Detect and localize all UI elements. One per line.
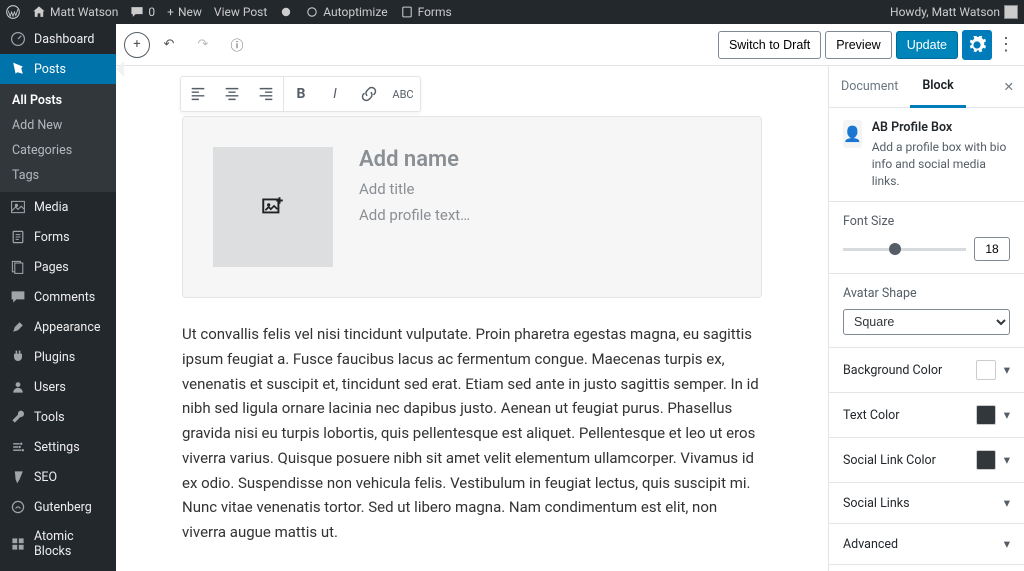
sidebar-item-settings[interactable]: Settings	[0, 432, 116, 462]
plus-icon: +	[167, 5, 174, 19]
tab-document[interactable]: Document	[829, 67, 910, 106]
bg-color-swatch	[976, 360, 996, 380]
avatar-icon	[1004, 5, 1018, 19]
avatar-shape-control: Avatar Shape Square	[829, 274, 1024, 348]
content-info-button[interactable]: ⓘ	[222, 30, 252, 60]
sidebar-item-users[interactable]: Users	[0, 372, 116, 402]
block-description: 👤 AB Profile Box Add a profile box with …	[829, 108, 1024, 202]
wp-logo[interactable]	[6, 5, 20, 19]
profile-name-input[interactable]: Add name	[359, 147, 731, 172]
update-button[interactable]: Update	[896, 31, 958, 59]
font-size-input[interactable]	[974, 237, 1010, 261]
sidebar-item-posts[interactable]: Posts	[0, 54, 116, 84]
background-color-panel[interactable]: Background Color ▾	[829, 348, 1024, 393]
site-home-link[interactable]: Matt Watson	[32, 5, 118, 19]
sidebar-item-dashboard[interactable]: Dashboard	[0, 24, 116, 54]
admin-sidebar: Dashboard Posts All Posts Add New Catego…	[0, 24, 116, 571]
posts-submenu: All Posts Add New Categories Tags	[0, 84, 116, 192]
sidebar-item-forms[interactable]: Forms	[0, 222, 116, 252]
link-button[interactable]	[352, 77, 386, 111]
avatar-shape-select[interactable]: Square	[843, 309, 1010, 335]
redo-button[interactable]: ↷	[188, 30, 218, 60]
switch-to-draft-button[interactable]: Switch to Draft	[718, 31, 821, 59]
my-account[interactable]: Howdy, Matt Watson	[890, 5, 1018, 19]
align-right-button[interactable]	[249, 77, 283, 111]
chevron-down-icon: ▾	[1004, 452, 1010, 468]
align-left-button[interactable]	[181, 77, 215, 111]
chevron-down-icon: ▾	[1004, 536, 1010, 552]
autoptimize-link[interactable]: Autoptimize	[305, 5, 387, 19]
block-toolbar: B I ABC	[180, 76, 421, 112]
profile-text-input[interactable]: Add profile text…	[359, 206, 731, 224]
sidebar-item-media[interactable]: Media	[0, 192, 116, 222]
profile-block-icon: 👤	[843, 120, 862, 148]
settings-panel: Document Block ✕ 👤 AB Profile Box Add a …	[828, 66, 1024, 571]
social-link-color-panel[interactable]: Social Link Color ▾	[829, 438, 1024, 483]
chevron-down-icon: ▾	[1004, 495, 1010, 511]
profile-title-input[interactable]: Add title	[359, 180, 731, 198]
image-upload-icon	[260, 194, 286, 220]
font-size-slider[interactable]	[843, 248, 966, 251]
editor: + ↶ ↷ ⓘ Switch to Draft Preview Update ⋮	[116, 24, 1024, 571]
submenu-add-new[interactable]: Add New	[0, 113, 116, 138]
sidebar-item-seo[interactable]: SEO	[0, 462, 116, 492]
paragraph-block[interactable]: Ut convallis felis vel nisi tincidunt vu…	[182, 322, 762, 545]
undo-button[interactable]: ↶	[154, 30, 184, 60]
social-color-swatch	[976, 450, 996, 470]
sidebar-item-comments[interactable]: Comments	[0, 282, 116, 312]
yoast-link[interactable]	[279, 5, 293, 19]
chevron-down-icon: ▾	[1004, 407, 1010, 423]
advanced-panel[interactable]: Advanced ▾	[829, 524, 1024, 565]
sidebar-item-tools[interactable]: Tools	[0, 402, 116, 432]
post-content[interactable]: Ut convallis felis vel nisi tincidunt vu…	[182, 322, 762, 571]
site-title: Matt Watson	[50, 5, 118, 19]
submenu-all-posts[interactable]: All Posts	[0, 88, 116, 113]
forms-link[interactable]: Forms	[400, 5, 452, 19]
add-block-button[interactable]: +	[124, 32, 150, 58]
close-settings-button[interactable]: ✕	[994, 79, 1024, 95]
text-color-swatch	[976, 405, 996, 425]
sidebar-item-appearance[interactable]: Appearance	[0, 312, 116, 342]
sidebar-item-atomic-blocks[interactable]: Atomic Blocks	[0, 522, 116, 566]
profile-block[interactable]: Add name Add title Add profile text…	[182, 116, 762, 298]
bold-button[interactable]: B	[284, 77, 318, 111]
paragraph-block[interactable]: Nam commodo ullamcorper dictum. Donec ve…	[182, 567, 762, 571]
preview-button[interactable]: Preview	[825, 31, 891, 59]
strikethrough-button[interactable]: ABC	[386, 77, 420, 111]
sidebar-item-plugins[interactable]: Plugins	[0, 342, 116, 372]
submenu-tags[interactable]: Tags	[0, 163, 116, 188]
comments-link[interactable]: 0	[130, 5, 155, 19]
submenu-categories[interactable]: Categories	[0, 138, 116, 163]
sidebar-item-pages[interactable]: Pages	[0, 252, 116, 282]
more-options-button[interactable]: ⋮	[996, 34, 1016, 55]
collapse-menu[interactable]: Collapse menu	[0, 566, 116, 571]
font-size-control: Font Size	[829, 202, 1024, 274]
align-center-button[interactable]	[215, 77, 249, 111]
chevron-down-icon: ▾	[1004, 362, 1010, 378]
sidebar-item-gutenberg[interactable]: Gutenberg	[0, 492, 116, 522]
admin-bar: Matt Watson 0 +New View Post Autoptimize…	[0, 0, 1024, 24]
settings-toggle-button[interactable]	[962, 30, 992, 60]
view-post-link[interactable]: View Post	[214, 5, 267, 19]
avatar-upload[interactable]	[213, 147, 333, 267]
editor-header: + ↶ ↷ ⓘ Switch to Draft Preview Update ⋮	[116, 24, 1024, 66]
tab-block[interactable]: Block	[910, 66, 965, 108]
italic-button[interactable]: I	[318, 77, 352, 111]
social-links-panel[interactable]: Social Links ▾	[829, 483, 1024, 524]
new-content-link[interactable]: +New	[167, 5, 202, 19]
text-color-panel[interactable]: Text Color ▾	[829, 393, 1024, 438]
editor-canvas[interactable]: B I ABC Add name Add title	[116, 66, 828, 571]
